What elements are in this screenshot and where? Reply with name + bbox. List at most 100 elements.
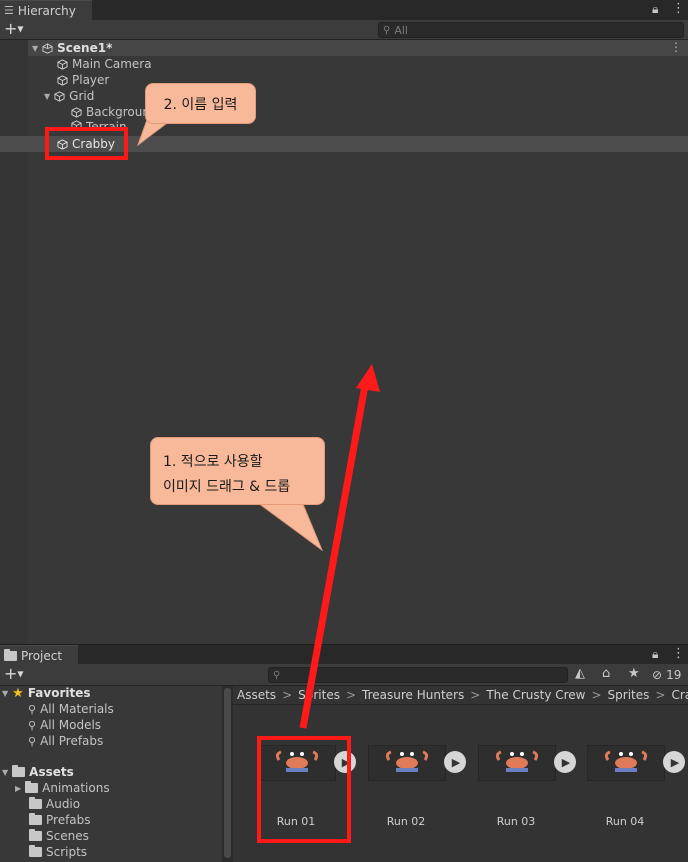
breadcrumb-item[interactable]: Assets [237,688,276,702]
sprite-label: Run 02 [386,815,426,828]
breadcrumb-item[interactable]: Sprites [298,688,340,702]
breadcrumb: Assets > Sprites > Treasure Hunters > Th… [237,686,688,704]
rename-callout: 2. 이름 입력 [145,83,256,124]
filter-by-label-icon[interactable]: ⌂ [602,666,610,681]
favorite-star-icon[interactable]: ★ [628,666,640,681]
scene-name: Scene1* [57,41,113,55]
search-icon: ⚲ [28,734,37,748]
favorite-label: All Materials [40,702,114,716]
tree-scrollbar-thumb[interactable] [224,688,231,858]
search-icon: ⚲ [28,718,37,732]
tree-scrollbar[interactable] [222,686,233,862]
folder-icon [12,765,26,777]
favorite-all-models[interactable]: ⚲ All Models [28,717,101,733]
hidden-count: 19 [666,668,682,682]
play-animation-button[interactable]: ▶ [554,751,576,773]
breadcrumb-separator-icon: > [345,688,357,702]
breadcrumb-item[interactable]: The Crusty Crew [486,688,585,702]
drag-callout-line2: 이미지 드래그 & 드롭 [163,479,291,495]
hierarchy-visibility-gutter [0,40,28,644]
more-options-icon[interactable]: ⋮ [672,646,685,661]
gameobject-cube-icon [57,58,68,70]
sprite-thumbnail [368,745,446,781]
eye-slash-icon: ⊘ [652,668,663,682]
expand-arrow-icon: ▼ [2,767,9,777]
play-animation-button[interactable]: ▶ [663,751,685,773]
star-icon: ★ [12,685,24,701]
unity-scene-icon [42,42,53,54]
breadcrumb-separator-icon: > [470,688,481,702]
hierarchy-item-player[interactable]: Player [57,72,109,88]
breadcrumb-item[interactable]: Crabby [671,688,688,702]
favorite-label: All Models [40,718,102,732]
breadcrumb-item[interactable]: Sprites [608,688,650,702]
play-animation-button[interactable]: ▶ [444,751,466,773]
sprite-label: Run 04 [605,815,645,828]
folder-animations[interactable]: ▶ Animations [15,780,110,796]
sprite-thumbnail [478,745,556,781]
folder-label: Animations [42,781,110,795]
expand-arrow-icon[interactable]: ▼ [32,44,38,53]
run01-highlight-box [257,736,351,843]
breadcrumb-separator-icon: > [591,688,602,702]
hierarchy-item-label: Main Camera [72,57,152,71]
breadcrumb-separator-icon: > [282,688,293,702]
gameobject-cube-icon [54,90,65,102]
chevron-down-icon: ▼ [17,24,24,34]
folder-label: Audio [46,797,81,811]
folder-label: Scenes [46,829,89,843]
play-icon: ▶ [670,755,680,769]
more-options-icon[interactable]: ⋮ [672,1,685,16]
tab-project[interactable]: Project [0,645,78,665]
chevron-down-icon: ▼ [17,669,24,679]
favorite-all-materials[interactable]: ⚲ All Materials [28,701,114,717]
crab-sprite-icon [604,750,648,772]
folder-icon [29,813,42,825]
folder-icon [4,648,17,661]
hierarchy-tabbar [0,0,688,20]
hierarchy-item-grid[interactable]: ▼ Grid [44,88,94,104]
favorite-all-prefabs[interactable]: ⚲ All Prefabs [28,733,103,749]
add-object-button[interactable]: +▼ [4,20,24,39]
drag-callout-line1: 1. 적으로 사용할 [163,454,263,470]
lock-icon[interactable]: 🔒︎ [652,2,658,17]
hierarchy-list-icon: ☰ [4,4,14,17]
hierarchy-toolbar: +▼ ⚲ All [0,20,688,40]
create-asset-button[interactable]: +▼ [4,665,24,684]
scene-options-icon[interactable]: ⋮ [670,40,682,54]
sprite-label: Run 03 [496,815,536,828]
hierarchy-search-input[interactable]: ⚲ All [378,22,684,38]
search-icon: ⚲ [383,24,391,36]
breadcrumb-item[interactable]: Treasure Hunters [362,688,464,702]
folder-scripts[interactable]: Scripts [29,844,87,860]
project-tabbar [0,644,688,664]
folder-label: Scripts [46,845,88,859]
crab-sprite-icon [495,750,539,772]
hierarchy-tab-label: Hierarchy [17,3,76,18]
search-icon: ⚲ [28,702,37,716]
lock-icon[interactable]: 🔒︎ [652,647,658,662]
play-icon: ▶ [561,755,571,769]
crabby-highlight-box [45,127,128,160]
hidden-packages-toggle[interactable]: ⊘ 19 [652,667,681,683]
gameobject-cube-icon [57,74,68,86]
folder-scenes[interactable]: Scenes [29,828,89,844]
hierarchy-item-label: Grid [69,89,95,103]
tab-hierarchy[interactable]: ☰ Hierarchy [0,0,92,20]
favorites-header[interactable]: ▼ ★ Favorites [2,685,91,701]
folder-audio[interactable]: Audio [29,796,80,812]
folder-icon [29,797,42,809]
folder-icon [29,845,42,857]
project-search-input[interactable]: ⚲ [268,667,568,683]
project-tab-label: Project [21,648,63,663]
expand-arrow-icon[interactable]: ▼ [44,92,50,101]
assets-folder[interactable]: ▼ Assets [2,764,74,780]
hierarchy-item-main-camera[interactable]: Main Camera [57,56,152,72]
sprite-thumbnail [587,745,665,781]
folder-label: Prefabs [46,813,91,827]
gameobject-cube-icon [71,106,82,118]
filter-by-type-icon[interactable]: ◭ [575,666,585,681]
folder-icon [29,829,42,841]
search-icon: ⚲ [273,669,281,681]
folder-prefabs[interactable]: Prefabs [29,812,91,828]
